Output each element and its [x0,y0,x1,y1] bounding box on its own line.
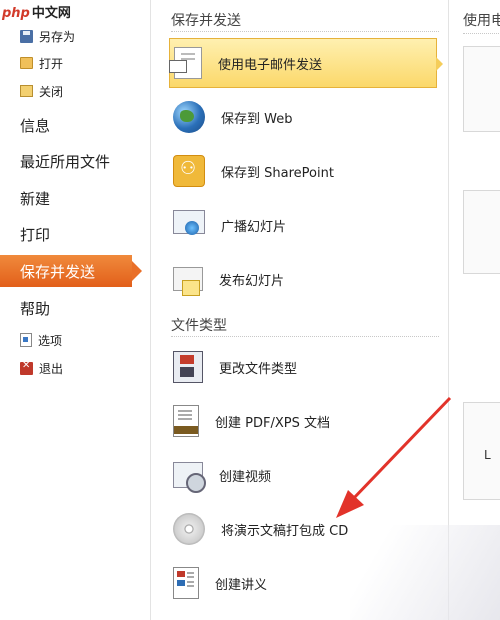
publish-slides-icon [173,267,203,296]
divider [171,336,439,337]
nav-info-label: 信息 [20,116,51,135]
option-send-email[interactable]: 使用电子邮件发送 [169,38,443,88]
nav-save-send[interactable]: 保存并发送 [0,255,142,287]
details-title: 使用电 [463,13,500,29]
pdf-xps-icon [173,405,199,437]
nav-help[interactable]: 帮助 [20,297,50,319]
watermark: php 中文网 [2,6,71,21]
nav-print[interactable]: 打印 [20,223,50,245]
open-folder-icon [20,57,33,69]
details-button-3[interactable] [463,402,500,500]
nav-save-as-label: 另存为 [39,29,76,44]
nav-close-label: 关闭 [39,84,64,99]
details-button-1[interactable] [463,46,500,132]
details-button-2[interactable] [463,190,500,274]
option-label: 保存到 Web [221,111,293,127]
backstage-nav: php 中文网 另存为 打开 关闭 信息 最近所用文件 新建 打印 保存并发送 帮… [0,0,151,620]
option-create-pdf-xps[interactable]: 创建 PDF/XPS 文档 [169,396,437,446]
nav-help-label: 帮助 [20,299,51,318]
nav-print-label: 打印 [20,225,51,244]
nav-recent-label: 最近所用文件 [20,152,111,171]
nav-info[interactable]: 信息 [20,114,50,136]
option-label: 创建讲义 [215,577,268,593]
nav-exit-label: 退出 [39,361,64,376]
nav-options[interactable]: 选项 [20,330,62,350]
nav-open[interactable]: 打开 [20,53,63,73]
option-label: 创建 PDF/XPS 文档 [215,415,330,431]
option-label: 更改文件类型 [219,361,298,377]
nav-save-as[interactable]: 另存为 [20,26,75,46]
video-icon [173,462,206,493]
save-send-heading: 保存并发送 [171,13,241,29]
email-icon [169,47,202,79]
option-label: 使用电子邮件发送 [218,57,323,73]
save-as-icon [20,29,33,43]
options-icon [20,333,32,347]
image-artifact [350,525,500,620]
divider [463,33,500,34]
close-folder-icon [20,85,33,97]
nav-new[interactable]: 新建 [20,187,50,209]
option-save-web[interactable]: 保存到 Web [169,92,437,142]
option-save-sharepoint[interactable]: 保存到 SharePoint [169,146,437,196]
nav-open-label: 打开 [39,56,64,71]
option-label: 将演示文稿打包成 CD [221,523,349,539]
nav-save-send-label: 保存并发送 [20,262,96,281]
option-change-file-type[interactable]: 更改文件类型 [169,342,437,392]
sharepoint-icon [173,155,205,187]
nav-new-label: 新建 [20,189,51,208]
option-broadcast[interactable]: 广播幻灯片 [169,200,437,250]
option-create-video[interactable]: 创建视频 [169,450,437,500]
globe-icon [173,101,205,133]
option-label: 保存到 SharePoint [221,165,334,181]
exit-icon [20,360,33,375]
file-types-heading: 文件类型 [171,318,227,334]
divider [171,31,439,32]
nav-options-label: 选项 [38,333,63,348]
option-label: 广播幻灯片 [221,219,287,235]
option-label: 创建视频 [219,469,272,485]
nav-recent[interactable]: 最近所用文件 [20,150,110,172]
nav-exit[interactable]: 退出 [20,358,63,378]
nav-close[interactable]: 关闭 [20,81,63,101]
change-file-type-icon [173,351,203,383]
cd-icon [173,513,205,545]
details-button-3-label: L [484,448,491,462]
option-label: 发布幻灯片 [219,273,285,289]
broadcast-icon [173,210,205,235]
handout-icon [173,567,199,599]
option-publish-slides[interactable]: 发布幻灯片 [169,254,437,304]
